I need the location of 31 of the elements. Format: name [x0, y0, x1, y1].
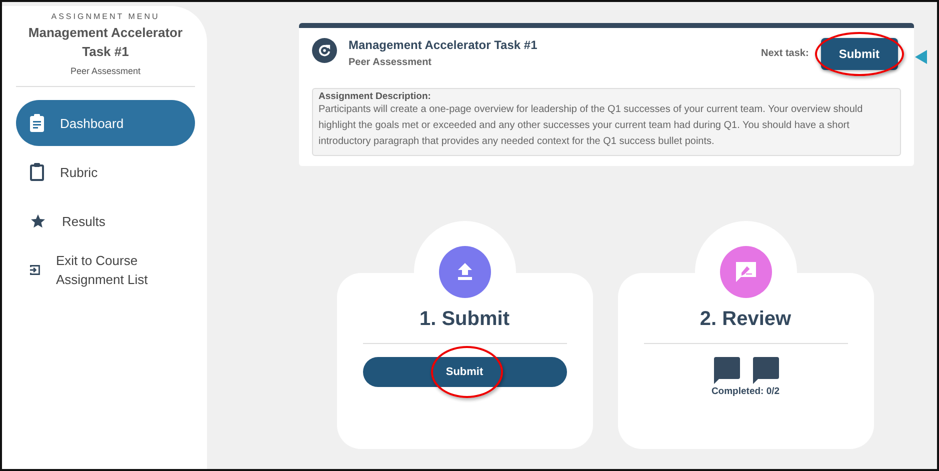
- chat-icon: [751, 357, 779, 384]
- step-title: 2. Review: [700, 308, 792, 331]
- header-title: Management Accelerator Task #1: [348, 38, 538, 52]
- nav-label: Exit to Course Assignment List: [56, 252, 149, 289]
- description-text: Participants will create a one-page overview for leadership of the Q1 successes of your current team. Your overview should highlight the goals met or exceeded and any other successes your current team had during Q1. You should have a short introductory paragraph that provides any needed context for the Q1 success bullet points.: [318, 103, 864, 149]
- nav-item[interactable]: Results: [16, 198, 195, 244]
- chat-edit-icon: [734, 260, 758, 284]
- completed-count: Completed: 0/2: [711, 386, 780, 397]
- nav-label: Results: [62, 212, 106, 230]
- refresh-icon: [312, 38, 336, 63]
- nav-item[interactable]: Rubric: [16, 149, 195, 195]
- nav-label: Rubric: [60, 164, 98, 182]
- clipboard-icon: [30, 163, 44, 181]
- menu-overline: ASSIGNMENT MENU: [50, 12, 161, 21]
- assignment-title: Management Accelerator Task #1: [27, 24, 184, 61]
- next-task-label: Next task:: [761, 48, 809, 59]
- header-subtitle: Peer Assessment: [348, 57, 433, 68]
- upload-icon: [456, 263, 472, 281]
- submit-button[interactable]: Submit: [362, 357, 566, 387]
- nav-label: Dashboard: [60, 114, 124, 132]
- nav-item[interactable]: Dashboard: [16, 100, 195, 146]
- assignment-subtitle: Peer Assessment: [69, 66, 142, 76]
- star-icon: [30, 213, 46, 229]
- step-title: 1. Submit: [419, 308, 510, 331]
- exit-icon: [30, 262, 40, 278]
- nav-item[interactable]: Exit to Course Assignment List: [16, 247, 195, 293]
- submit-button[interactable]: Submit: [820, 38, 898, 70]
- pointer-arrow-icon: [914, 50, 926, 64]
- clipboard-icon: [30, 114, 44, 132]
- description-label: Assignment Description:: [318, 91, 432, 102]
- chat-icon: [712, 357, 740, 384]
